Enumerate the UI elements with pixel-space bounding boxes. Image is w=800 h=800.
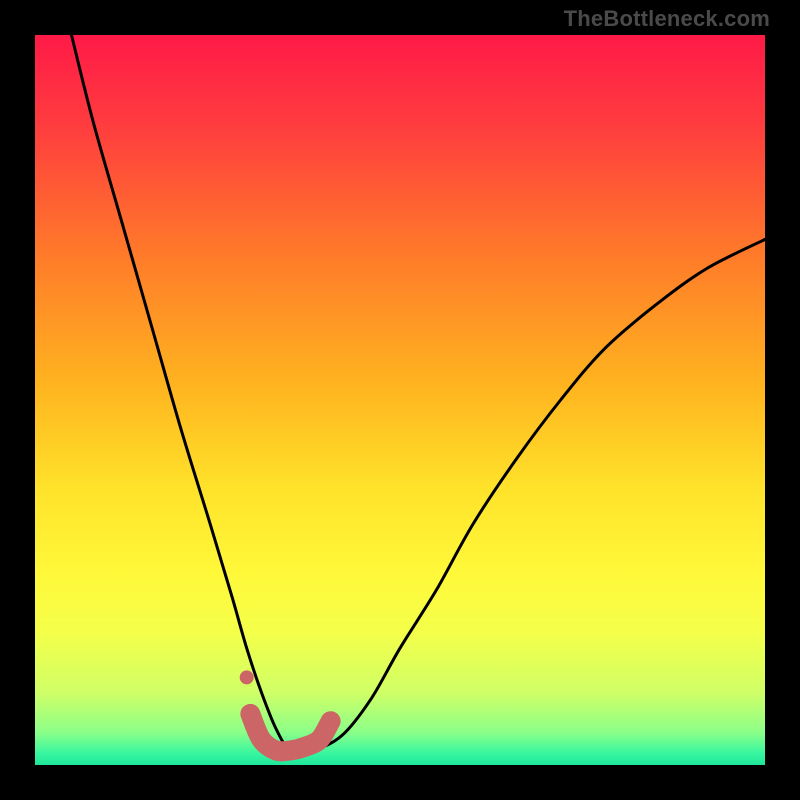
bottleneck-curve [72, 35, 766, 753]
curve-layer [35, 35, 765, 765]
watermark-text: TheBottleneck.com [564, 6, 770, 32]
highlight-dot [240, 670, 254, 684]
highlight-band-path [250, 714, 330, 751]
chart-frame: TheBottleneck.com [0, 0, 800, 800]
highlight-band [240, 670, 331, 751]
plot-area [35, 35, 765, 765]
